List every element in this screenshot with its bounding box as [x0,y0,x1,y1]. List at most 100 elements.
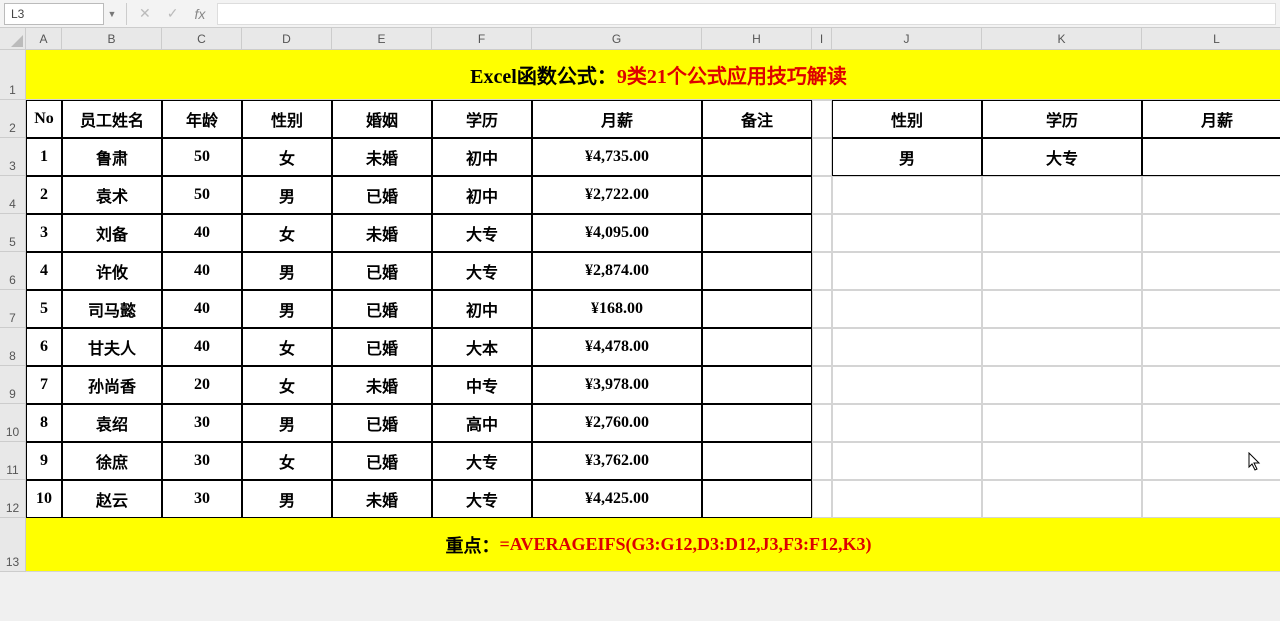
grid[interactable]: Excel函数公式：9类21个公式应用技巧解读No员工姓名年龄性别婚姻学历月薪备… [26,50,1280,572]
cell[interactable] [982,176,1142,214]
data-cell-mar[interactable]: 已婚 [332,442,432,480]
cell-I10[interactable] [812,404,832,442]
data-cell-no[interactable]: 2 [26,176,62,214]
cell[interactable] [982,290,1142,328]
data-cell-name[interactable]: 司马懿 [62,290,162,328]
data-cell-edu[interactable]: 初中 [432,176,532,214]
cell[interactable] [982,442,1142,480]
cell-I5[interactable] [812,214,832,252]
data-cell-edu[interactable]: 初中 [432,138,532,176]
cell[interactable] [1142,442,1280,480]
column-header-F[interactable]: F [432,28,532,49]
data-cell-age[interactable]: 40 [162,290,242,328]
column-header-A[interactable]: A [26,28,62,49]
column-header-K[interactable]: K [982,28,1142,49]
cell[interactable] [1142,214,1280,252]
cell-I11[interactable] [812,442,832,480]
row-header-11[interactable]: 11 [0,442,25,480]
header-性别[interactable]: 性别 [242,100,332,138]
data-cell-sal[interactable]: ¥2,874.00 [532,252,702,290]
cancel-icon[interactable]: ✕ [139,5,151,22]
data-cell-age[interactable]: 40 [162,328,242,366]
data-cell-no[interactable]: 9 [26,442,62,480]
data-cell-age[interactable]: 30 [162,404,242,442]
column-header-B[interactable]: B [62,28,162,49]
data-cell-sex[interactable]: 女 [242,442,332,480]
data-cell-age[interactable]: 20 [162,366,242,404]
cell-I9[interactable] [812,366,832,404]
data-cell-sex[interactable]: 男 [242,480,332,518]
column-header-H[interactable]: H [702,28,812,49]
data-cell-sex[interactable]: 男 [242,404,332,442]
cell[interactable] [982,480,1142,518]
data-cell-age[interactable]: 50 [162,176,242,214]
header-right-月薪[interactable]: 月薪 [1142,100,1280,138]
row-header-7[interactable]: 7 [0,290,25,328]
cell[interactable] [982,366,1142,404]
lookup-cell-2[interactable] [1142,138,1280,176]
accept-icon[interactable]: ✓ [167,5,179,22]
data-cell-sex[interactable]: 女 [242,328,332,366]
data-cell-mar[interactable]: 未婚 [332,480,432,518]
header-No[interactable]: No [26,100,62,138]
data-cell-note[interactable] [702,214,812,252]
select-all-corner[interactable] [0,28,26,50]
data-cell-name[interactable]: 袁术 [62,176,162,214]
formula-input[interactable] [217,3,1276,25]
header-婚姻[interactable]: 婚姻 [332,100,432,138]
header-年龄[interactable]: 年龄 [162,100,242,138]
row-header-5[interactable]: 5 [0,214,25,252]
header-right-性别[interactable]: 性别 [832,100,982,138]
cell[interactable] [982,214,1142,252]
cell-I3[interactable] [812,138,832,176]
row-header-6[interactable]: 6 [0,252,25,290]
cell[interactable] [832,328,982,366]
data-cell-edu[interactable]: 初中 [432,290,532,328]
data-cell-edu[interactable]: 高中 [432,404,532,442]
row-header-13[interactable]: 13 [0,518,25,572]
column-header-J[interactable]: J [832,28,982,49]
column-header-G[interactable]: G [532,28,702,49]
data-cell-sal[interactable]: ¥2,722.00 [532,176,702,214]
column-header-L[interactable]: L [1142,28,1280,49]
data-cell-sal[interactable]: ¥168.00 [532,290,702,328]
cell[interactable] [1142,252,1280,290]
name-box[interactable]: L3 [4,3,104,25]
data-cell-sex[interactable]: 男 [242,290,332,328]
data-cell-sex[interactable]: 女 [242,138,332,176]
data-cell-edu[interactable]: 大专 [432,480,532,518]
data-cell-mar[interactable]: 已婚 [332,328,432,366]
data-cell-edu[interactable]: 中专 [432,366,532,404]
data-cell-no[interactable]: 6 [26,328,62,366]
header-right-学历[interactable]: 学历 [982,100,1142,138]
data-cell-age[interactable]: 40 [162,252,242,290]
lookup-cell-0[interactable]: 男 [832,138,982,176]
data-cell-name[interactable]: 甘夫人 [62,328,162,366]
data-cell-note[interactable] [702,366,812,404]
data-cell-name[interactable]: 徐庶 [62,442,162,480]
header-学历[interactable]: 学历 [432,100,532,138]
cell[interactable] [982,404,1142,442]
data-cell-sal[interactable]: ¥3,978.00 [532,366,702,404]
row-header-4[interactable]: 4 [0,176,25,214]
row-header-9[interactable]: 9 [0,366,25,404]
data-cell-sal[interactable]: ¥4,095.00 [532,214,702,252]
data-cell-sex[interactable]: 女 [242,366,332,404]
data-cell-note[interactable] [702,328,812,366]
data-cell-no[interactable]: 7 [26,366,62,404]
cell[interactable] [1142,480,1280,518]
data-cell-age[interactable]: 50 [162,138,242,176]
data-cell-sal[interactable]: ¥4,478.00 [532,328,702,366]
column-header-D[interactable]: D [242,28,332,49]
cell[interactable] [1142,290,1280,328]
data-cell-name[interactable]: 袁绍 [62,404,162,442]
data-cell-mar[interactable]: 已婚 [332,176,432,214]
data-cell-name[interactable]: 鲁肃 [62,138,162,176]
data-cell-no[interactable]: 3 [26,214,62,252]
data-cell-age[interactable]: 30 [162,480,242,518]
header-员工姓名[interactable]: 员工姓名 [62,100,162,138]
data-cell-sal[interactable]: ¥2,760.00 [532,404,702,442]
cell[interactable] [1142,176,1280,214]
data-cell-mar[interactable]: 已婚 [332,290,432,328]
cell[interactable] [832,252,982,290]
